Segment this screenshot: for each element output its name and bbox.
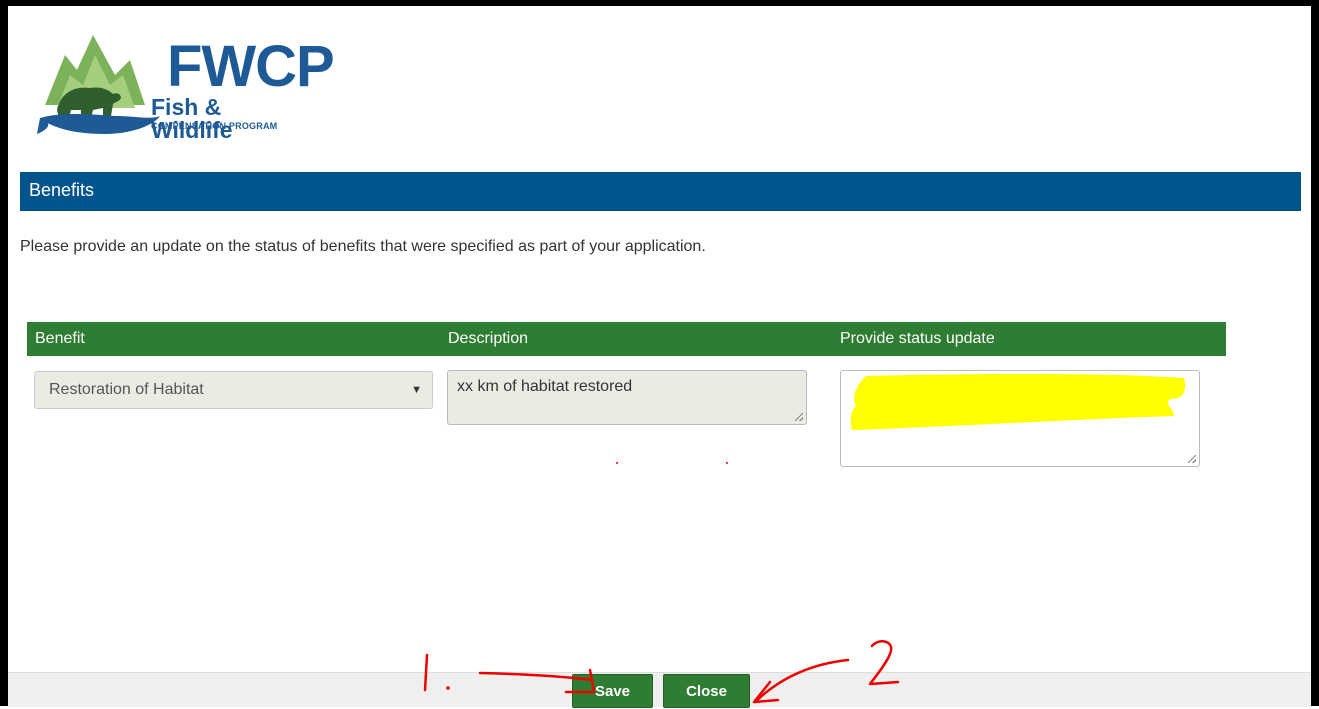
logo-title: FWCP bbox=[167, 34, 335, 99]
description-value: xx km of habitat restored bbox=[457, 378, 633, 395]
column-header-benefit: Benefit bbox=[35, 330, 85, 347]
chevron-down-icon: ▼ bbox=[411, 384, 422, 396]
logo-subtitle: Fish & Wildlife bbox=[151, 94, 233, 143]
stray-mark bbox=[726, 462, 728, 464]
intro-text: Please provide an update on the status o… bbox=[20, 238, 706, 255]
bear-fish-emblem-icon bbox=[37, 35, 160, 134]
column-header-status: Provide status update bbox=[840, 330, 995, 347]
dialog-footer bbox=[8, 672, 1311, 707]
benefits-table-header: Benefit Description Provide status updat… bbox=[27, 322, 1226, 356]
description-field[interactable]: xx km of habitat restored bbox=[447, 370, 807, 425]
column-header-description: Description bbox=[448, 330, 529, 347]
section-title: Benefits bbox=[20, 172, 1301, 211]
logo-tagline: COMPENSATION PROGRAM bbox=[151, 121, 278, 131]
fwcp-logo: FWCP Fish & Wildlife COMPENSATION PROGRA… bbox=[35, 30, 335, 143]
close-button[interactable]: Close bbox=[663, 674, 750, 708]
resize-grip-icon[interactable] bbox=[1188, 455, 1196, 463]
stray-mark bbox=[616, 462, 618, 464]
benefit-select-value: Restoration of Habitat bbox=[49, 381, 204, 398]
benefit-select[interactable]: Restoration of Habitat ▼ bbox=[34, 371, 433, 409]
yellow-redaction-mark bbox=[850, 374, 1186, 430]
save-button[interactable]: Save bbox=[572, 674, 653, 708]
resize-grip-icon[interactable] bbox=[795, 413, 803, 421]
